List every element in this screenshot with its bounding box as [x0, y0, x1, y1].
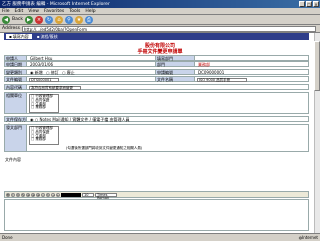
- forward-arrow-icon[interactable]: ▶: [24, 15, 33, 24]
- menu-favorites[interactable]: Favorites: [44, 9, 64, 14]
- window-title: 乙方 服務申請表 編輯 - Microsoft Internet Explore…: [2, 2, 110, 7]
- outdent-icon[interactable]: ←: [56, 192, 60, 197]
- page-content: ▪ 填寫內容 ▪ 流程/簽核 股份有限公司 手冊文件變更申請單 申請人 Gilber…: [0, 33, 320, 233]
- tab-content[interactable]: ▪ 填寫內容: [6, 34, 32, 39]
- doc-name-input[interactable]: ISO 9000 品質手冊: [197, 77, 247, 82]
- font-name-select[interactable]: Times Roman: [95, 192, 117, 199]
- page-scrollbar[interactable]: [314, 33, 320, 233]
- align-right-icon[interactable]: ≡: [36, 192, 40, 197]
- refresh-icon[interactable]: ↻: [44, 15, 53, 24]
- list-item[interactable]: □ 業務部: [31, 138, 57, 142]
- editor-toolbar: B I U S ≡ ≡ ≡ • 1 → ← 10 Times Roman: [4, 191, 309, 199]
- doc-icon: ▪: [9, 34, 12, 39]
- menu-file[interactable]: File: [2, 9, 10, 14]
- color-swatch[interactable]: [61, 192, 81, 197]
- maximize-button[interactable]: □: [306, 1, 312, 7]
- doc-no-input[interactable]: DTS000001: [29, 77, 59, 82]
- tab-bar: ▪ 填寫內容 ▪ 流程/簽核: [4, 33, 309, 40]
- notes-label: 文件保存方式: [5, 117, 27, 128]
- status-bar: Done ◍ Internet: [0, 233, 320, 241]
- address-label: Address: [2, 26, 20, 31]
- notes-radio[interactable]: ◉ ○ Notes Mail通知 / 實體文件 / 僅電子檔 由管理人員: [29, 117, 130, 123]
- cat-label: 相關單位: [5, 93, 27, 113]
- close-button[interactable]: ×: [313, 1, 319, 7]
- favorites-icon[interactable]: ★: [74, 15, 83, 24]
- tab-flow-label: 流程/簽核: [40, 34, 58, 39]
- align-left-icon[interactable]: ≡: [26, 192, 30, 197]
- dept-label: 填寫部門: [155, 56, 195, 61]
- menu-tools[interactable]: Tools: [69, 9, 80, 14]
- row-reason: 內容代碼 為符合品質系統要求而變更: [4, 84, 309, 90]
- division-value: 業務部: [198, 62, 210, 67]
- print-icon[interactable]: ⎙: [84, 15, 93, 24]
- notify-label: 發文部門: [5, 125, 27, 151]
- row-notes: 文件保存方式 ◉ ○ Notes Mail通知 / 實體文件 / 僅電子檔 由管…: [4, 116, 309, 128]
- type-new-label: 新增: [34, 70, 43, 75]
- number-list-icon[interactable]: 1: [46, 192, 50, 197]
- doc-no-label: 文件編號: [5, 77, 27, 82]
- back-label[interactable]: Back: [12, 17, 23, 22]
- notify-listbox[interactable]: □ 行政管理部 □ 品質保證 □ 生產部 □ 業務部: [29, 126, 59, 145]
- menu-view[interactable]: View: [28, 9, 39, 14]
- minimize-button[interactable]: _: [299, 1, 305, 7]
- division-label: 部門: [155, 62, 195, 67]
- doc-icon: ▪: [36, 34, 40, 39]
- font-size-select[interactable]: 10: [82, 192, 94, 197]
- reason-select[interactable]: 為符合品質系統要求而變更: [29, 85, 81, 90]
- doc-name-label: 文件名稱: [155, 77, 195, 82]
- search-icon[interactable]: ⚲: [64, 15, 73, 24]
- row-date: 申請日期 2003/01/06 部門 業務部: [4, 61, 309, 67]
- italic-icon[interactable]: I: [11, 192, 15, 197]
- address-bar: Address http://.../ed5d2/0ba/?OpenForm: [0, 25, 320, 33]
- content-label: 文件內容: [5, 157, 21, 162]
- bullet-list-icon[interactable]: •: [41, 192, 45, 197]
- strike-icon[interactable]: S: [21, 192, 25, 197]
- zone-text: Internet: [302, 235, 318, 240]
- content-editor[interactable]: [4, 199, 309, 231]
- category-listbox[interactable]: □ 行政管理部 □ 品質保證 □ 生產部 □ 業務部: [29, 94, 59, 113]
- row-doc: 文件編號 DTS000001 文件名稱 ISO 9000 品質手冊: [4, 76, 309, 82]
- menu-bar: File Edit View Favorites Tools Help: [0, 8, 320, 15]
- row-content-label: 文件內容: [4, 157, 309, 163]
- underline-icon[interactable]: U: [16, 192, 20, 197]
- list-item[interactable]: □ 業務部: [31, 106, 57, 110]
- notes-text: Notes Mail通知 / 實體文件 / 僅電子檔 由管理人員: [39, 117, 130, 122]
- type-abolish-label: 廢止: [66, 70, 75, 75]
- window-titlebar: 乙方 服務申請表 編輯 - Microsoft Internet Explore…: [0, 0, 320, 8]
- menu-edit[interactable]: Edit: [15, 9, 24, 14]
- form-no-label: 申請編號: [155, 70, 195, 75]
- row-type: 變更類別 ◉ 新增 ○ 修訂 ○ 廢止 申請編號 DC09000001: [4, 69, 309, 75]
- notify-note: (勾選後所選部門將收到文件變更通知之相關人員): [66, 146, 143, 150]
- type-label: 變更類別: [5, 70, 27, 75]
- back-arrow-icon[interactable]: ◀: [2, 15, 10, 24]
- browser-toolbar: ◀ Back ▶ × ↻ ⌂ ⚲ ★ ⎙: [0, 15, 320, 25]
- menu-help[interactable]: Help: [85, 9, 95, 14]
- row-category: 相關單位 □ 行政管理部 □ 品質保證 □ 生產部 □ 業務部: [4, 92, 309, 114]
- align-center-icon[interactable]: ≡: [31, 192, 35, 197]
- scrollbar-thumb[interactable]: [314, 41, 320, 91]
- reason-label: 內容代碼: [5, 85, 27, 90]
- date-value: 2003/01/06: [30, 62, 54, 67]
- stop-icon[interactable]: ×: [34, 15, 43, 24]
- address-input[interactable]: http://.../ed5d2/0ba/?OpenForm: [21, 25, 316, 32]
- tab-content-label: 填寫內容: [12, 34, 29, 39]
- tab-flow[interactable]: ▪ 流程/簽核: [34, 34, 61, 39]
- row-notify: 發文部門 □ 行政管理部 □ 品質保證 □ 生產部 □ 業務部 (勾選後所選部門…: [4, 124, 309, 152]
- status-text: Done: [2, 235, 13, 240]
- type-revise-label: 修訂: [50, 70, 59, 75]
- form-title: 手冊文件變更申請單: [137, 49, 183, 55]
- home-icon[interactable]: ⌂: [54, 15, 63, 24]
- applicant-label: 申請人: [5, 56, 27, 61]
- indent-icon[interactable]: →: [51, 192, 55, 197]
- date-label: 申請日期: [5, 62, 27, 67]
- bold-icon[interactable]: B: [6, 192, 10, 197]
